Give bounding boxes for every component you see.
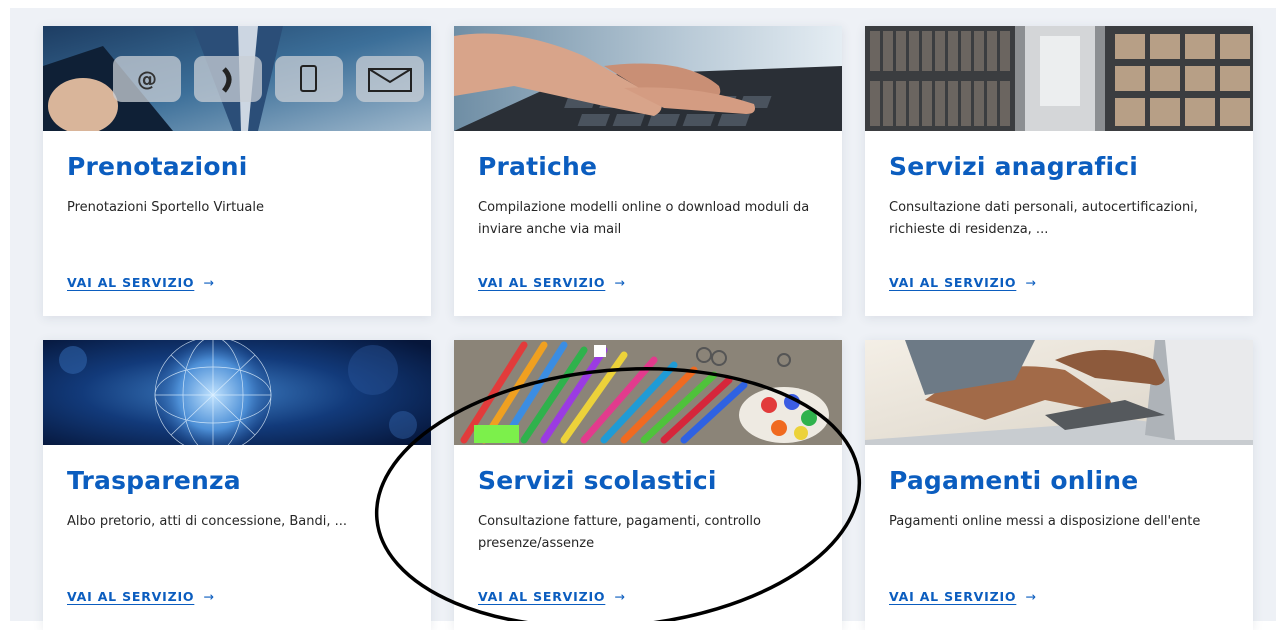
vai-al-servizio-link[interactable]: VAI AL SERVIZIO → xyxy=(67,589,215,604)
card-title: Pratiche xyxy=(478,152,598,181)
service-card-pratiche: Pratiche Compilazione modelli online o d… xyxy=(454,26,842,316)
arrow-right-icon: → xyxy=(1025,589,1037,604)
service-card-servizi-anagrafici: Servizi anagrafici Consultazione dati pe… xyxy=(865,26,1253,316)
card-title: Servizi anagrafici xyxy=(889,152,1139,181)
card-title: Pagamenti online xyxy=(889,466,1139,495)
vai-al-servizio-link[interactable]: VAI AL SERVIZIO → xyxy=(889,589,1037,604)
archive-shelves-image xyxy=(865,26,1253,131)
vai-al-servizio-link[interactable]: VAI AL SERVIZIO → xyxy=(478,589,626,604)
arrow-right-icon: → xyxy=(1025,275,1037,290)
keyboard-hand-image xyxy=(454,26,842,131)
card-description: Pagamenti online messi a disposizione de… xyxy=(889,514,1201,529)
card-description: Prenotazioni Sportello Virtuale xyxy=(67,200,264,215)
arrow-right-icon: → xyxy=(614,275,626,290)
vai-al-servizio-link[interactable]: VAI AL SERVIZIO → xyxy=(67,275,215,290)
arrow-right-icon: → xyxy=(203,589,215,604)
service-card-pagamenti-online: Pagamenti online Pagamenti online messi … xyxy=(865,340,1253,630)
network-globe-image xyxy=(43,340,431,445)
service-card-servizi-scolastici: Servizi scolastici Consultazione fatture… xyxy=(454,340,842,630)
laptop-typing-image xyxy=(865,340,1253,445)
card-description: Consultazione dati personali, autocertif… xyxy=(889,200,1198,237)
school-supplies-image xyxy=(454,340,842,445)
arrow-right-icon: → xyxy=(203,275,215,290)
svg-text:@: @ xyxy=(137,67,157,91)
communication-icons-image: @ xyxy=(43,26,431,131)
services-grid: @ Prenotazioni Prenotazioni Sportello Vi… xyxy=(43,26,1253,630)
card-description: Consultazione fatture, pagamenti, contro… xyxy=(478,514,761,551)
vai-al-servizio-link[interactable]: VAI AL SERVIZIO → xyxy=(478,275,626,290)
card-title: Trasparenza xyxy=(67,466,241,495)
service-card-prenotazioni: @ Prenotazioni Prenotazioni Sportello Vi… xyxy=(43,26,431,316)
card-title: Servizi scolastici xyxy=(478,466,717,495)
card-title: Prenotazioni xyxy=(67,152,248,181)
service-card-trasparenza: Trasparenza Albo pretorio, atti di conce… xyxy=(43,340,431,630)
arrow-right-icon: → xyxy=(614,589,626,604)
vai-al-servizio-link[interactable]: VAI AL SERVIZIO → xyxy=(889,275,1037,290)
card-description: Compilazione modelli online o download m… xyxy=(478,200,810,237)
card-description: Albo pretorio, atti di concessione, Band… xyxy=(67,514,348,529)
